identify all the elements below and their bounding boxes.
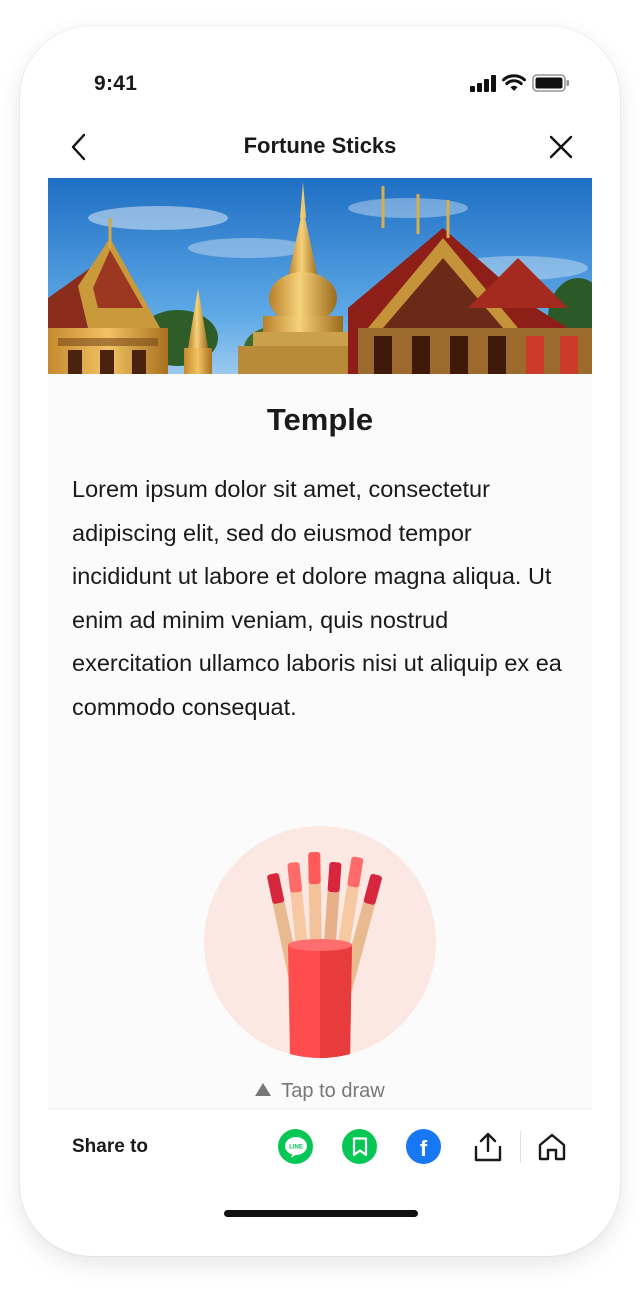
fortune-sticks-icon — [267, 851, 382, 1058]
facebook-icon: f — [419, 1135, 428, 1161]
status-icons — [470, 74, 570, 92]
content-title: Temple — [266, 402, 374, 437]
bookmark-icon — [352, 1136, 367, 1156]
page-title: Fortune Sticks — [243, 133, 397, 158]
status-bar: 9:41 — [48, 52, 592, 116]
hero-image — [48, 178, 592, 374]
wifi-icon — [502, 74, 526, 91]
cellular-signal-icon — [470, 74, 496, 92]
share-upload-button[interactable] — [470, 1129, 505, 1164]
nav-bar: Fortune Sticks — [48, 116, 592, 178]
line-icon: LINE — [284, 1136, 307, 1158]
bookmark-share-button[interactable] — [342, 1129, 377, 1164]
fortune-sticks-button[interactable] — [204, 826, 436, 1058]
screen: 9:41 Fortune Sticks Temple Lorem ipsum d… — [48, 52, 592, 1232]
line-share-button[interactable]: LINE — [278, 1129, 313, 1164]
battery-icon — [532, 74, 569, 92]
close-icon — [549, 135, 573, 159]
status-time: 9:41 — [94, 72, 138, 95]
facebook-share-button[interactable]: f — [406, 1129, 441, 1164]
home-button[interactable] — [534, 1129, 569, 1164]
share-divider — [520, 1131, 521, 1163]
share-label: Share to — [72, 1136, 149, 1157]
triangle-up-icon — [255, 1083, 272, 1096]
svg-text:LINE: LINE — [289, 1144, 303, 1150]
close-button[interactable] — [544, 130, 578, 164]
tap-to-draw-hint[interactable]: Tap to draw — [48, 1080, 592, 1103]
share-upload-icon — [474, 1132, 501, 1161]
home-icon — [538, 1133, 565, 1160]
content-body: Lorem ipsum dolor sit amet, consectetur … — [72, 476, 562, 720]
home-indicator[interactable] — [224, 1210, 418, 1217]
content-area: Temple Lorem ipsum dolor sit amet, conse… — [48, 374, 592, 1108]
tap-to-draw-label: Tap to draw — [281, 1080, 385, 1102]
share-bar: Share to LINE f — [48, 1108, 592, 1184]
